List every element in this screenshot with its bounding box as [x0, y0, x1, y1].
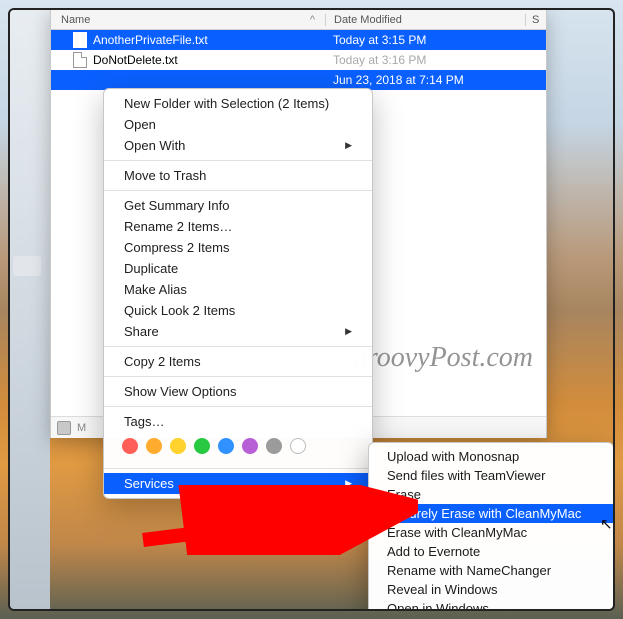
- column-date-modified[interactable]: Date Modified: [325, 14, 525, 26]
- tag-purple[interactable]: [242, 438, 258, 454]
- menu-separator: [104, 376, 372, 377]
- menu-show-view-options[interactable]: Show View Options: [104, 381, 372, 402]
- tag-green[interactable]: [194, 438, 210, 454]
- tag-gray[interactable]: [266, 438, 282, 454]
- menu-copy-items[interactable]: Copy 2 Items: [104, 351, 372, 372]
- tag-blue[interactable]: [218, 438, 234, 454]
- service-securely-erase-cleanmymac[interactable]: Securely Erase with CleanMyMac: [369, 504, 613, 523]
- file-icon: [73, 52, 87, 68]
- menu-duplicate[interactable]: Duplicate: [104, 258, 372, 279]
- menu-get-summary-info[interactable]: Get Summary Info: [104, 195, 372, 216]
- services-submenu: Upload with Monosnap Send files with Tea…: [368, 442, 614, 611]
- cursor-icon: ↖: [600, 515, 613, 533]
- file-date: Today at 3:15 PM: [325, 33, 525, 47]
- table-row[interactable]: Jun 23, 2018 at 7:14 PM: [51, 70, 546, 90]
- file-date: Jun 23, 2018 at 7:14 PM: [325, 73, 525, 87]
- sidebar-fragment: [13, 256, 41, 276]
- service-add-evernote[interactable]: Add to Evernote: [369, 542, 613, 561]
- file-name: AnotherPrivateFile.txt: [93, 33, 208, 47]
- context-menu: New Folder with Selection (2 Items) Open…: [103, 88, 373, 499]
- column-headers[interactable]: Name ^ Date Modified S: [51, 10, 546, 30]
- menu-open-with[interactable]: Open With: [104, 135, 372, 156]
- menu-separator: [104, 190, 372, 191]
- file-name: DoNotDelete.txt: [93, 53, 178, 67]
- column-size[interactable]: S: [525, 14, 546, 26]
- watermark: groovyPost.com: [353, 342, 533, 374]
- service-open-windows[interactable]: Open in Windows: [369, 599, 613, 611]
- menu-separator: [104, 406, 372, 407]
- menu-separator: [104, 468, 372, 469]
- tag-color-row: [104, 432, 372, 464]
- sort-ascending-icon: ^: [310, 14, 315, 26]
- path-label: M: [77, 422, 86, 434]
- service-rename-namechanger[interactable]: Rename with NameChanger: [369, 561, 613, 580]
- menu-new-folder-selection[interactable]: New Folder with Selection (2 Items): [104, 93, 372, 114]
- menu-separator: [104, 346, 372, 347]
- table-row[interactable]: DoNotDelete.txt Today at 3:16 PM: [51, 50, 546, 70]
- disk-icon: [57, 421, 71, 435]
- file-date: Today at 3:16 PM: [325, 53, 525, 67]
- menu-compress-items[interactable]: Compress 2 Items: [104, 237, 372, 258]
- menu-tags[interactable]: Tags…: [104, 411, 372, 432]
- menu-separator: [104, 160, 372, 161]
- service-upload-monosnap[interactable]: Upload with Monosnap: [369, 447, 613, 466]
- menu-make-alias[interactable]: Make Alias: [104, 279, 372, 300]
- tag-red[interactable]: [122, 438, 138, 454]
- tag-orange[interactable]: [146, 438, 162, 454]
- menu-move-to-trash[interactable]: Move to Trash: [104, 165, 372, 186]
- menu-services[interactable]: Services: [104, 473, 372, 494]
- service-reveal-windows[interactable]: Reveal in Windows: [369, 580, 613, 599]
- menu-open[interactable]: Open: [104, 114, 372, 135]
- menu-quick-look[interactable]: Quick Look 2 Items: [104, 300, 372, 321]
- menu-share[interactable]: Share: [104, 321, 372, 342]
- service-erase[interactable]: Erase: [369, 485, 613, 504]
- table-row[interactable]: AnotherPrivateFile.txt Today at 3:15 PM: [51, 30, 546, 50]
- menu-rename-items[interactable]: Rename 2 Items…: [104, 216, 372, 237]
- service-erase-cleanmymac[interactable]: Erase with CleanMyMac: [369, 523, 613, 542]
- column-name-label: Name: [61, 14, 90, 26]
- file-icon: [73, 32, 87, 48]
- column-name[interactable]: Name ^: [51, 14, 325, 26]
- tag-yellow[interactable]: [170, 438, 186, 454]
- service-send-teamviewer[interactable]: Send files with TeamViewer: [369, 466, 613, 485]
- tag-none[interactable]: [290, 438, 306, 454]
